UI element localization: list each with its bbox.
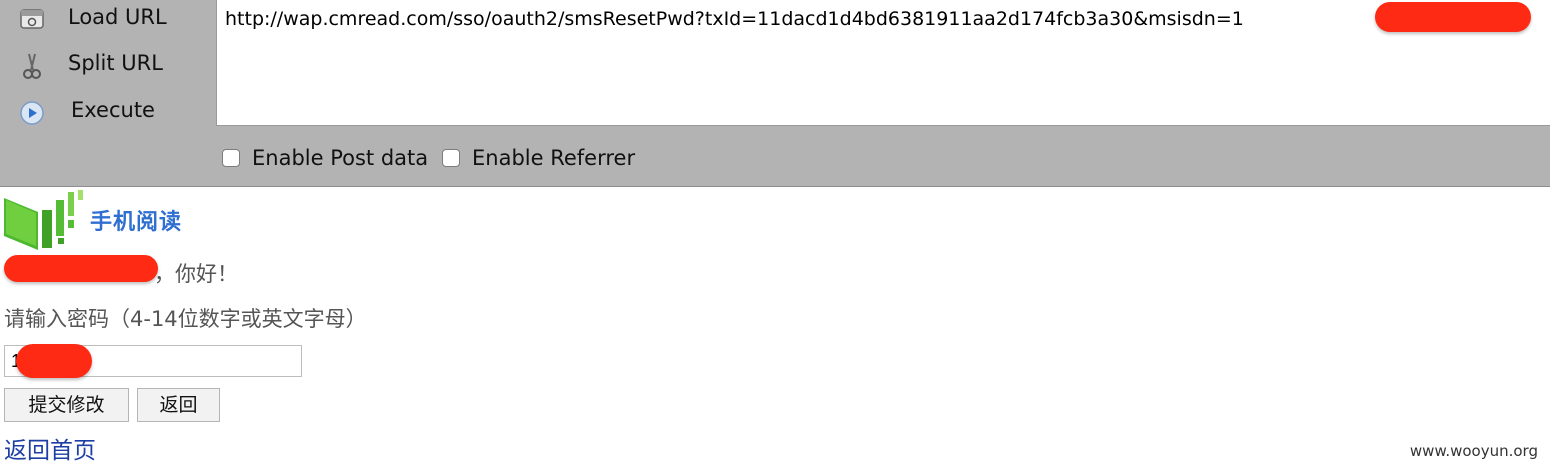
load-url-button[interactable]: Load URL bbox=[8, 0, 208, 40]
redaction-mark bbox=[1375, 2, 1531, 32]
execute-button[interactable]: Execute bbox=[8, 93, 208, 133]
load-url-icon bbox=[20, 9, 44, 29]
enable-post-checkbox[interactable] bbox=[222, 149, 240, 167]
greeting-text: ，你好！ bbox=[154, 262, 238, 286]
site-logo: 手机阅读 bbox=[4, 190, 204, 250]
submit-button[interactable]: 提交修改 bbox=[4, 388, 129, 422]
scissors-icon bbox=[23, 53, 41, 79]
play-icon bbox=[20, 101, 44, 125]
logo-text: 手机阅读 bbox=[90, 210, 183, 235]
enable-referrer-option[interactable]: Enable Referrer bbox=[442, 146, 662, 174]
password-prompt: 请输入密码（4-14位数字或英文字母） bbox=[4, 307, 367, 331]
book-logo-icon bbox=[4, 190, 83, 250]
redaction-mark-password bbox=[16, 344, 92, 378]
enable-post-option[interactable]: Enable Post data bbox=[222, 146, 432, 174]
enable-referrer-label: Enable Referrer bbox=[472, 146, 636, 170]
watermark: www.wooyun.org bbox=[1409, 442, 1538, 460]
home-link[interactable]: 返回首页 bbox=[4, 431, 96, 465]
url-textarea[interactable]: http://wap.cmread.com/sso/oauth2/smsRese… bbox=[216, 0, 1550, 126]
split-url-label: Split URL bbox=[68, 51, 163, 75]
load-url-label: Load URL bbox=[68, 5, 167, 29]
enable-referrer-checkbox[interactable] bbox=[442, 149, 460, 167]
execute-label: Execute bbox=[71, 98, 155, 122]
toolbar-actions: Load URL Split URL Execute bbox=[0, 0, 216, 128]
split-url-button[interactable]: Split URL bbox=[8, 46, 208, 86]
hackbar-toolbar: Load URL Split URL Execute http://wap.cm… bbox=[0, 0, 1550, 187]
enable-post-label: Enable Post data bbox=[252, 146, 429, 170]
url-text: http://wap.cmread.com/sso/oauth2/smsRese… bbox=[225, 8, 1244, 30]
redaction-mark-username bbox=[4, 255, 158, 282]
back-button[interactable]: 返回 bbox=[137, 388, 220, 422]
